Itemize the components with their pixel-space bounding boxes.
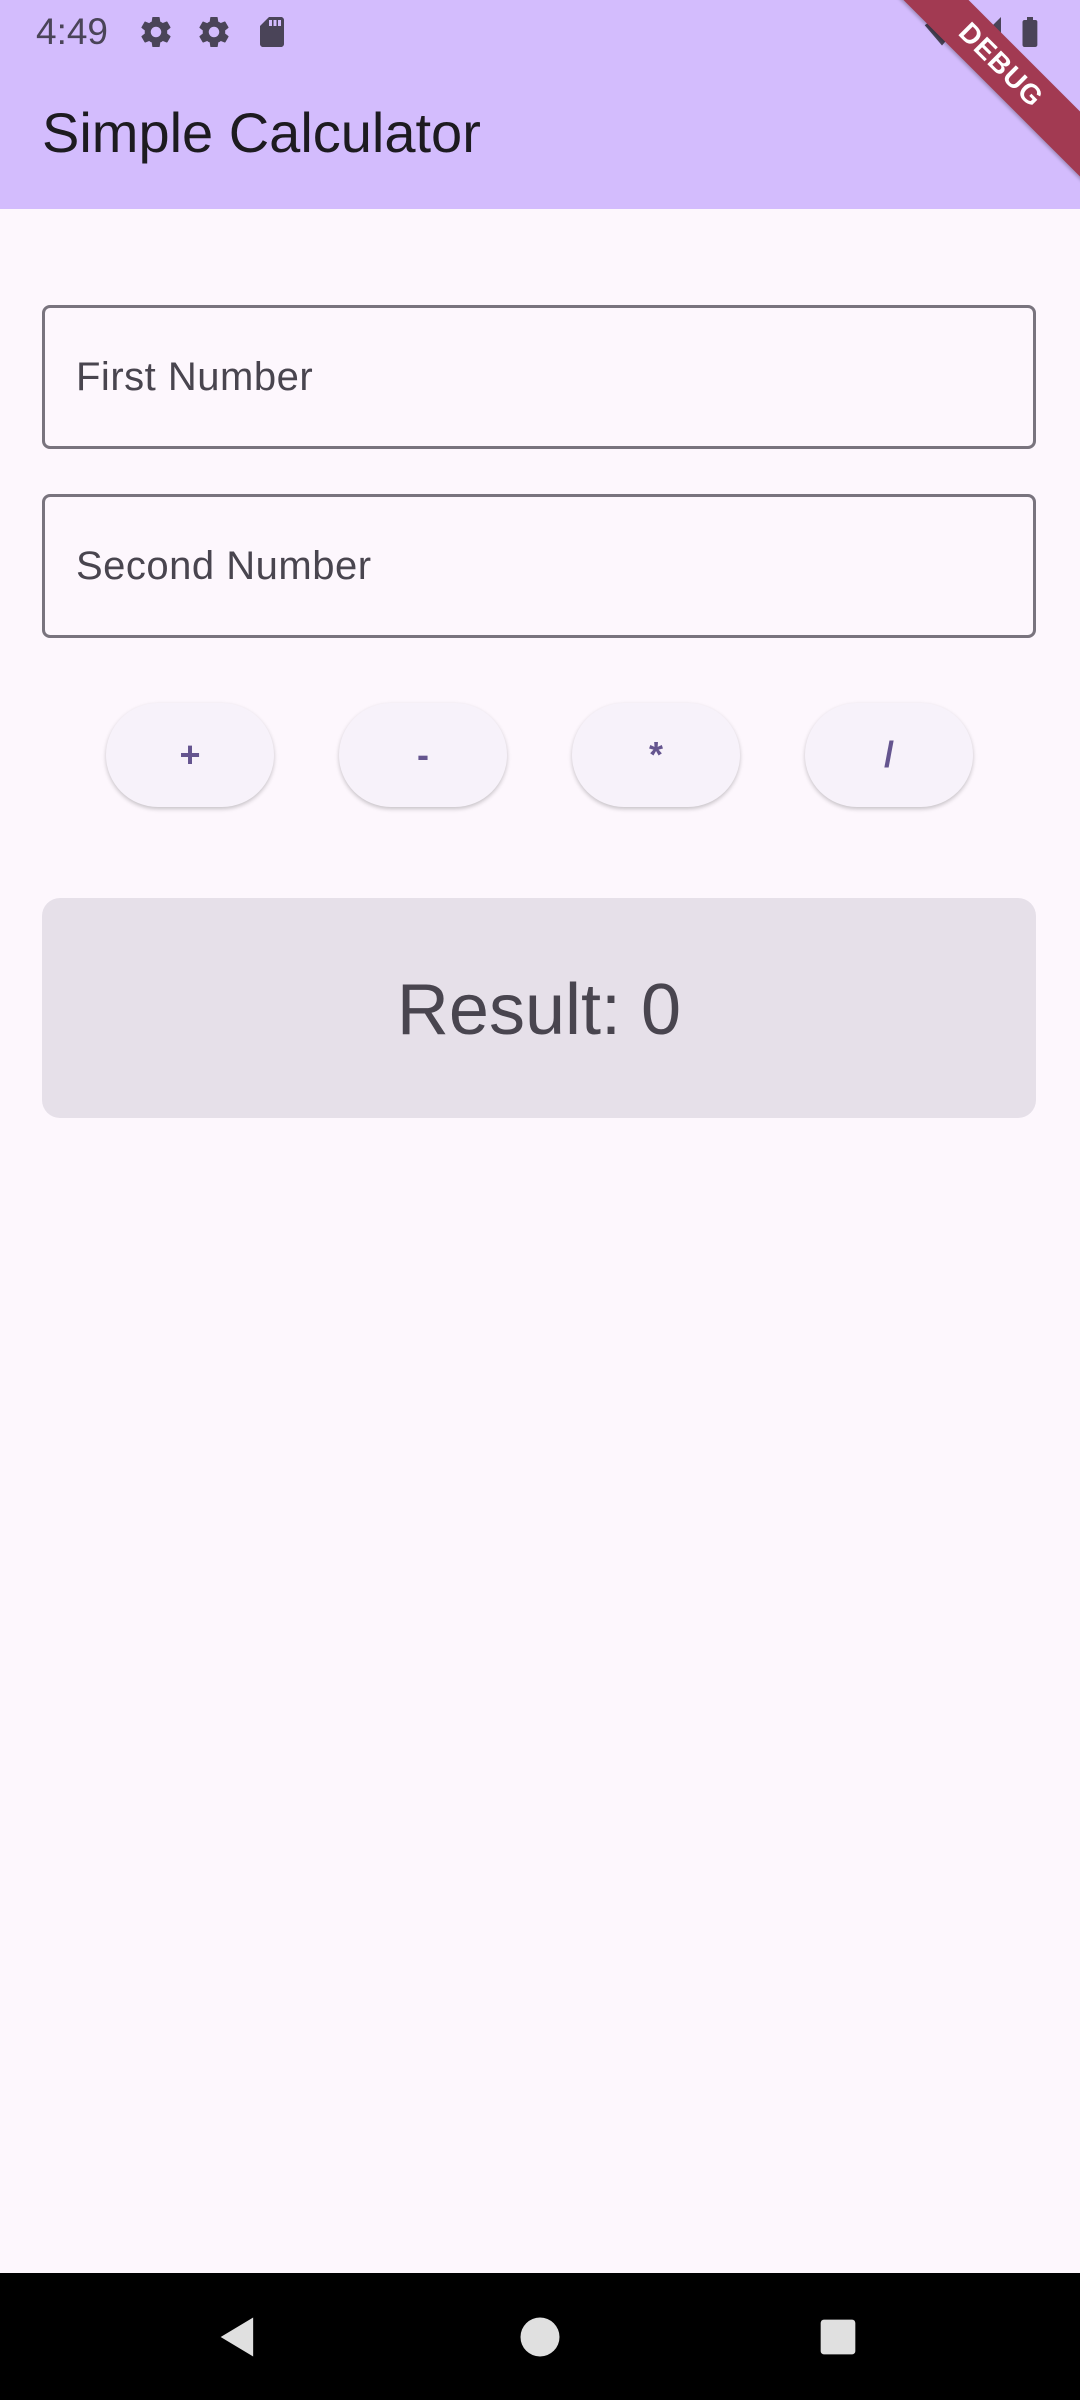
divide-button[interactable]: / <box>805 703 973 807</box>
status-time: 4:49 <box>36 11 109 52</box>
gear-icon <box>138 14 174 50</box>
first-number-placeholder: First Number <box>76 355 314 399</box>
app-title: Simple Calculator <box>42 101 481 164</box>
sd-card-icon <box>254 14 290 50</box>
app-bar: 4:49 Simple Calculator DEBUG <box>0 0 1080 209</box>
second-number-field[interactable]: Second Number <box>42 494 1036 638</box>
navigation-bar <box>0 2273 1080 2400</box>
gear-icon <box>196 14 232 50</box>
first-number-field[interactable]: First Number <box>42 305 1036 449</box>
result-text: Result: 0 <box>396 970 682 1050</box>
second-number-placeholder: Second Number <box>76 544 372 588</box>
back-icon[interactable] <box>212 2311 264 2363</box>
multiply-button[interactable]: * <box>572 703 740 807</box>
result-card: Result: 0 <box>42 898 1036 1118</box>
add-button[interactable]: + <box>106 703 274 807</box>
battery-icon <box>1012 14 1048 50</box>
recents-icon[interactable] <box>812 2311 864 2363</box>
subtract-button[interactable]: - <box>339 703 507 807</box>
home-icon[interactable] <box>514 2311 566 2363</box>
